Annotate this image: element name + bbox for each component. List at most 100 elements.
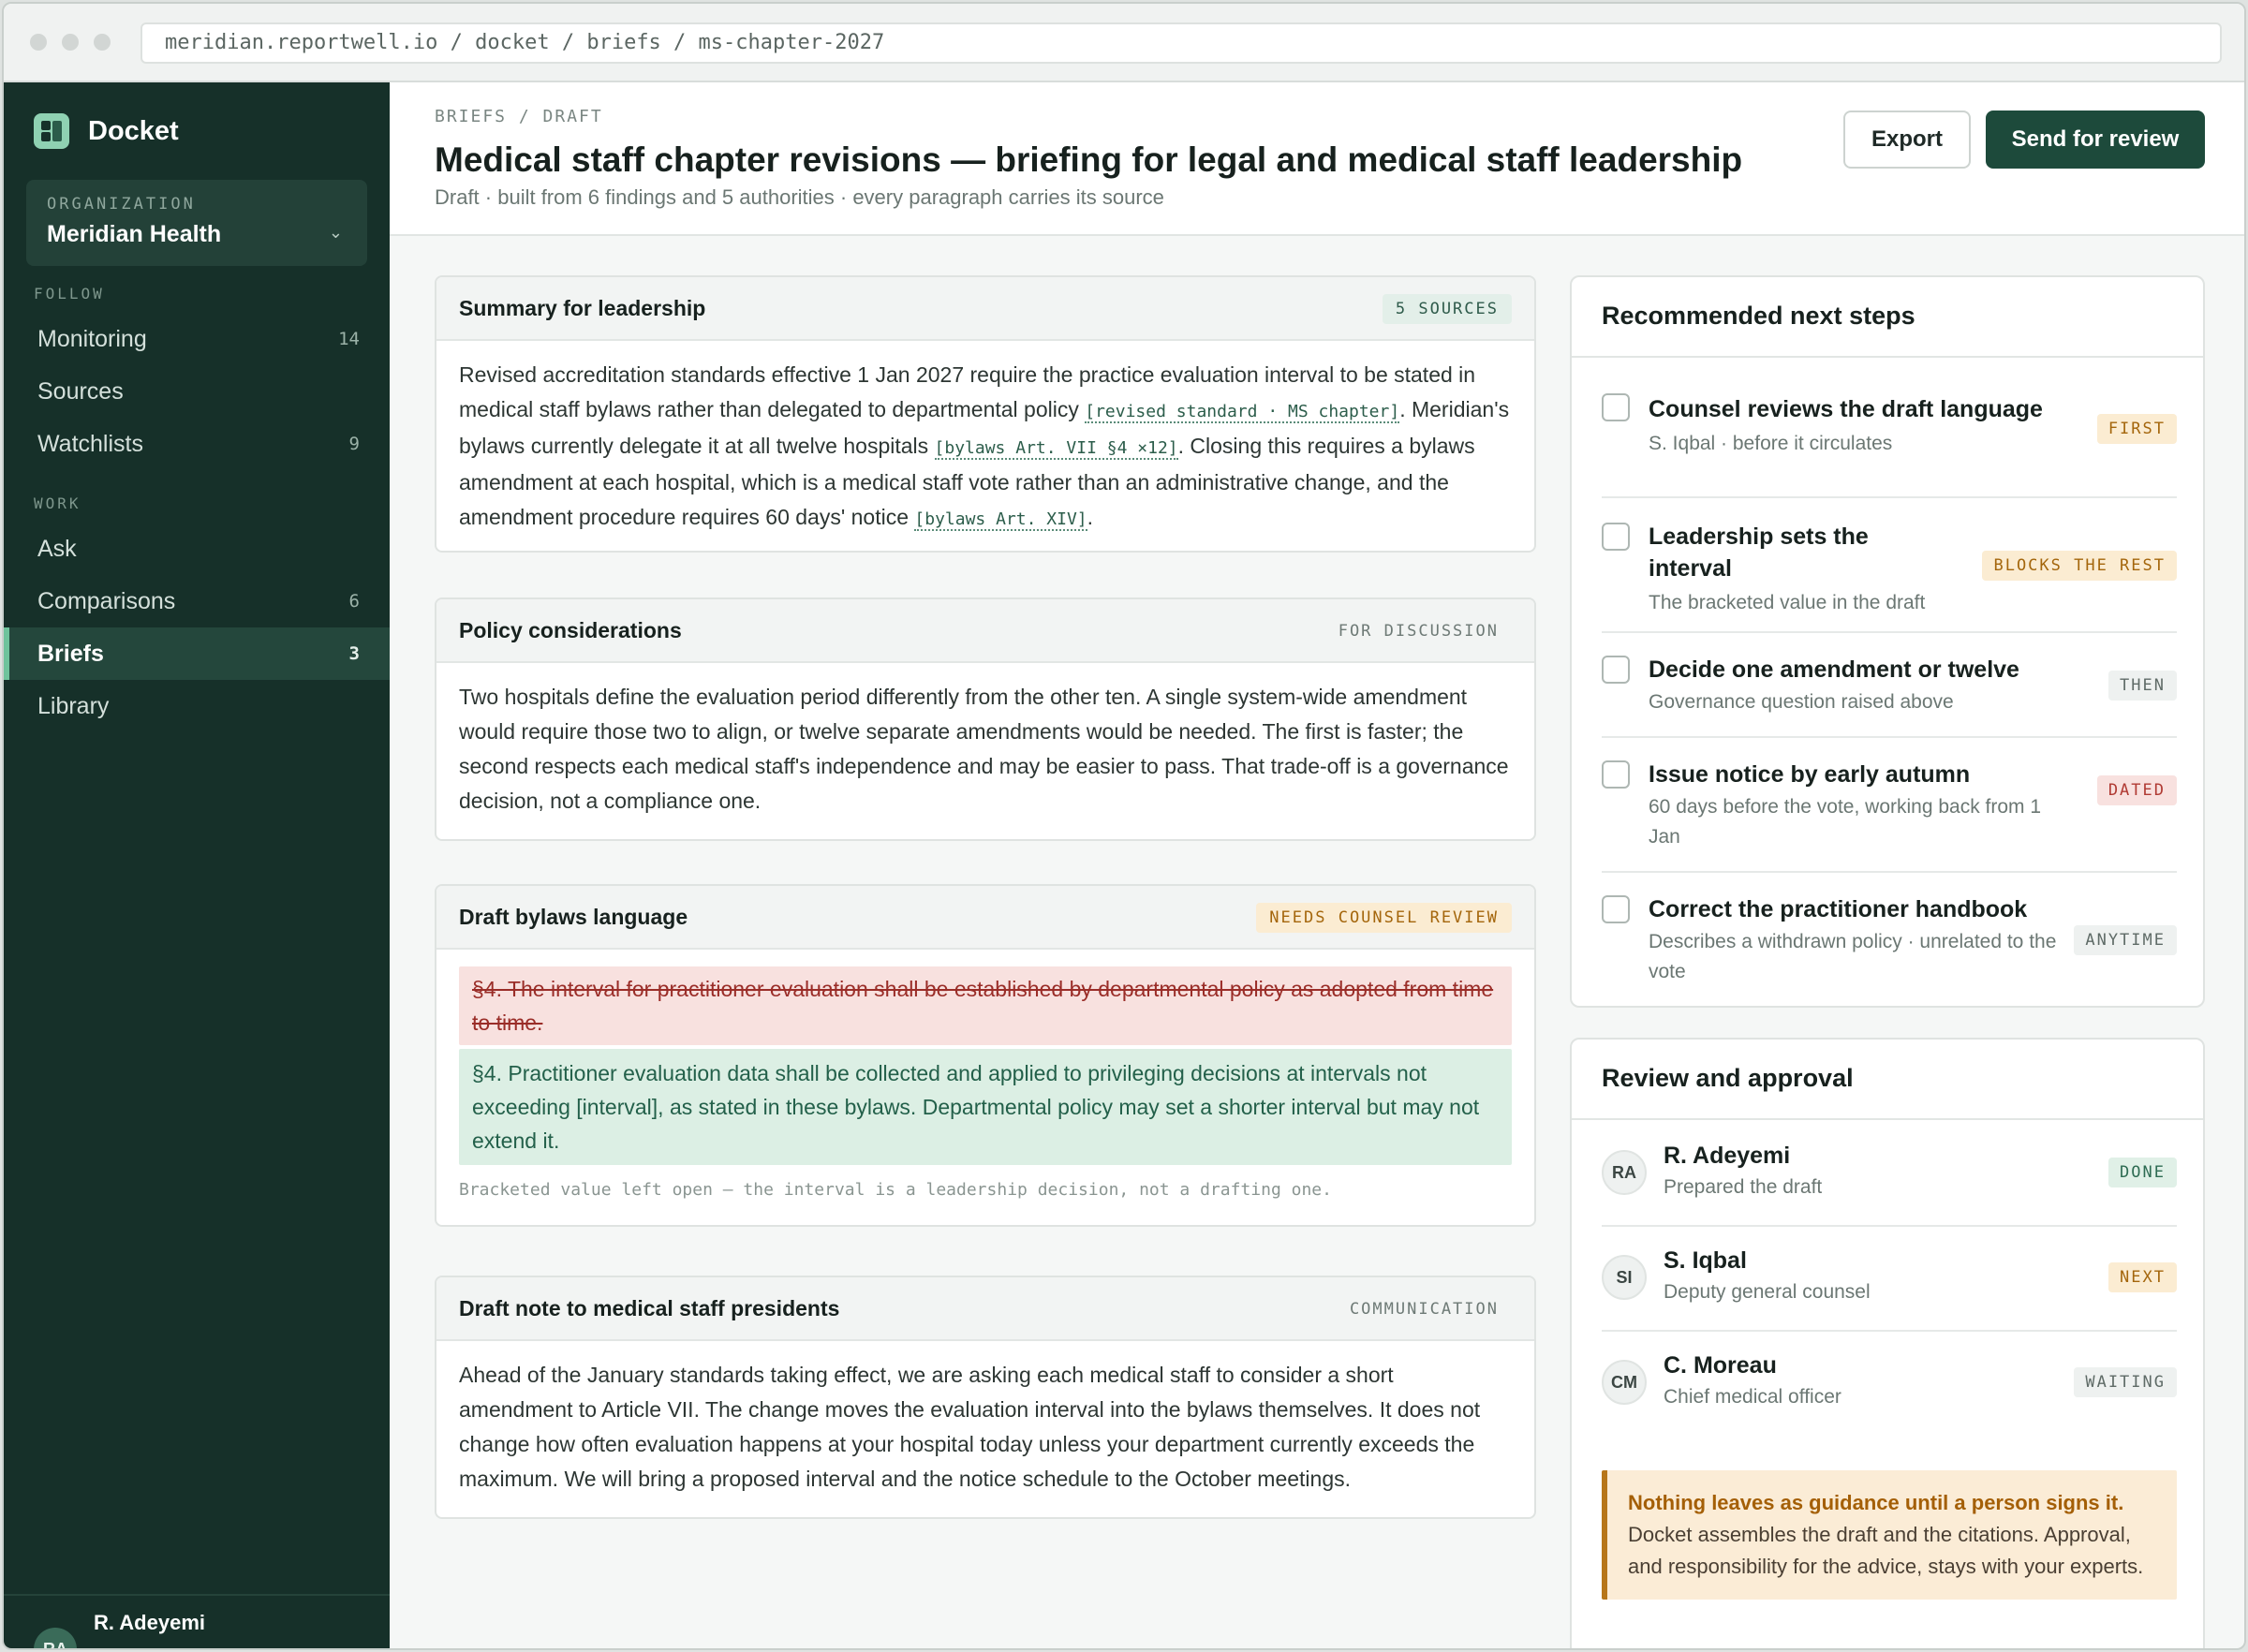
step-checkbox[interactable]	[1602, 760, 1630, 789]
reviewer-name: S. Iqbal	[1664, 1247, 1747, 1274]
address-bar[interactable]: meridian.reportwell.io / docket / briefs…	[140, 22, 2222, 64]
step-item: Issue notice by early autumn 60 days bef…	[1602, 738, 2177, 873]
section-header: Draft note to medical staff presidents C…	[436, 1277, 1534, 1341]
window-maximize-dot[interactable]	[94, 34, 111, 51]
avatar: RA	[1602, 1150, 1647, 1195]
reviewer-row[interactable]: RA R. Adeyemi Prepared the draft DONE	[1602, 1122, 2177, 1227]
section-title: Draft note to medical staff presidents	[459, 1296, 840, 1320]
step-title: Correct the practitioner handbook	[1649, 896, 2028, 922]
sidebar-item-watchlists[interactable]: Watchlists 9	[4, 418, 390, 470]
approval-panel: Review and approval RA R. Adeyemi Prepar…	[1570, 1038, 2205, 1648]
window-close-dot[interactable]	[30, 34, 47, 51]
step-title: Counsel reviews the draft language	[1649, 396, 2043, 422]
step-subtitle: Describes a withdrawn policy · unrelated…	[1649, 931, 2057, 982]
organization-name: Meridian Health	[47, 221, 222, 247]
policy-section: Policy considerations FOR DISCUSSION Two…	[435, 597, 1536, 841]
discussion-tag: FOR DISCUSSION	[1338, 622, 1499, 641]
avatar: RA	[34, 1628, 77, 1648]
panel-title: Review and approval	[1572, 1040, 2203, 1120]
signoff-callout: Nothing leaves as guidance until a perso…	[1602, 1470, 2177, 1600]
nav-section-work: WORK	[34, 494, 81, 512]
note-body: Ahead of the January standards taking ef…	[459, 1363, 1481, 1491]
step-item: Counsel reviews the draft language S. Iq…	[1602, 393, 2177, 498]
brand[interactable]: Docket	[34, 112, 179, 150]
sidebar-item-label: Comparisons	[37, 587, 176, 614]
step-subtitle: Governance question raised above	[1649, 691, 1954, 713]
policy-body: Two hospitals define the evaluation peri…	[459, 685, 1509, 813]
sidebar-item-count: 6	[348, 591, 360, 612]
sidebar-item-count: 14	[338, 329, 360, 349]
step-item: Decide one amendment or twelve Governanc…	[1602, 633, 2177, 738]
step-item: Correct the practitioner handbook Descri…	[1602, 873, 2177, 995]
step-checkbox[interactable]	[1602, 393, 1630, 421]
step-badge: DATED	[2096, 775, 2177, 805]
page-title: Medical staff chapter revisions — briefi…	[435, 140, 1743, 179]
summary-section: Summary for leadership 5 SOURCES Revised…	[435, 275, 1536, 553]
step-badge: THEN	[2108, 671, 2177, 701]
sidebar-item-label: Sources	[37, 377, 124, 405]
callout-heading: Nothing leaves as guidance until a perso…	[1628, 1491, 2124, 1514]
draft-note-section: Draft note to medical staff presidents C…	[435, 1276, 1536, 1519]
step-checkbox[interactable]	[1602, 523, 1630, 551]
status-badge: WAITING	[2074, 1367, 2177, 1397]
organization-switcher[interactable]: ORGANIZATION Meridian Health ⌄	[26, 180, 367, 266]
step-subtitle: The bracketed value in the draft	[1649, 592, 1926, 613]
page-subtitle: Draft · built from 6 findings and 5 auth…	[435, 185, 1164, 209]
avatar: SI	[1602, 1255, 1647, 1300]
sidebar: Docket ORGANIZATION Meridian Health ⌄ FO…	[4, 82, 390, 1648]
reviewer-row[interactable]: SI S. Iqbal Deputy general counsel NEXT	[1602, 1227, 2177, 1332]
avatar: CM	[1602, 1360, 1647, 1405]
sidebar-item-sources[interactable]: Sources	[4, 365, 390, 418]
sidebar-item-library[interactable]: Library	[4, 680, 390, 732]
page-header: BRIEFS / DRAFT Medical staff chapter rev…	[390, 82, 2244, 236]
section-header: Summary for leadership 5 SOURCES	[436, 277, 1534, 341]
citation-link[interactable]: [revised standard · MS chapter]	[1085, 402, 1400, 423]
step-subtitle: 60 days before the vote, working back fr…	[1649, 796, 2042, 848]
docket-logo-icon	[34, 113, 69, 149]
section-title: Policy considerations	[459, 618, 682, 642]
next-steps-panel: Recommended next steps Counsel reviews t…	[1570, 275, 2205, 1008]
section-title: Draft bylaws language	[459, 905, 688, 929]
callout-text: Docket assembles the draft and the citat…	[1628, 1523, 2144, 1578]
nav-section-follow: FOLLOW	[34, 285, 105, 302]
chevron-down-icon: ⌄	[328, 223, 343, 242]
panel-title: Recommended next steps	[1572, 277, 2203, 358]
reviewer-row[interactable]: CM C. Moreau Chief medical officer WAITI…	[1602, 1332, 2177, 1437]
step-title: Issue notice by early autumn	[1649, 761, 1971, 788]
brand-name: Docket	[88, 115, 179, 146]
sidebar-item-comparisons[interactable]: Comparisons 6	[4, 575, 390, 627]
current-user[interactable]: RA R. Adeyemi	[4, 1594, 390, 1648]
sidebar-item-label: Ask	[37, 535, 77, 562]
reviewer-role: Prepared the draft	[1664, 1176, 1823, 1198]
citation-link[interactable]: [bylaws Art. VII §4 ×12]	[934, 438, 1178, 460]
deleted-text: §4. The interval for practitioner evalua…	[459, 966, 1512, 1045]
user-name: R. Adeyemi	[94, 1611, 206, 1634]
window-minimize-dot[interactable]	[62, 34, 79, 51]
draft-note: Bracketed value left open — the interval…	[459, 1180, 1332, 1200]
send-for-review-button[interactable]: Send for review	[1986, 111, 2205, 169]
reviewer-role: Deputy general counsel	[1664, 1281, 1871, 1303]
sidebar-item-briefs[interactable]: Briefs 3	[4, 627, 390, 680]
reviewer-role: Chief medical officer	[1664, 1386, 1841, 1408]
communication-tag: COMMUNICATION	[1349, 1300, 1499, 1319]
sidebar-item-ask[interactable]: Ask	[4, 523, 390, 575]
sidebar-item-label: Watchlists	[37, 430, 143, 457]
step-badge: FIRST	[2096, 414, 2177, 444]
sources-tag: 5 SOURCES	[1382, 294, 1512, 324]
sidebar-item-monitoring[interactable]: Monitoring 14	[4, 313, 390, 365]
browser-chrome: meridian.reportwell.io / docket / briefs…	[4, 4, 2244, 82]
inserted-text: §4. Practitioner evaluation data shall b…	[459, 1049, 1512, 1165]
status-badge: DONE	[2108, 1158, 2177, 1187]
section-header: Policy considerations FOR DISCUSSION	[436, 599, 1534, 663]
sidebar-item-label: Library	[37, 692, 110, 719]
citation-link[interactable]: [bylaws Art. XIV]	[914, 509, 1087, 531]
step-subtitle: S. Iqbal · before it circulates	[1649, 433, 1893, 454]
reviewer-name: R. Adeyemi	[1664, 1143, 1791, 1169]
export-button[interactable]: Export	[1843, 111, 1971, 169]
status-badge: NEXT	[2108, 1262, 2177, 1292]
main-content: BRIEFS / DRAFT Medical staff chapter rev…	[390, 82, 2244, 1648]
step-checkbox[interactable]	[1602, 895, 1630, 923]
breadcrumb[interactable]: BRIEFS / DRAFT	[435, 107, 603, 126]
step-checkbox[interactable]	[1602, 656, 1630, 684]
draft-bylaws-section: Draft bylaws language NEEDS COUNSEL REVI…	[435, 884, 1536, 1227]
